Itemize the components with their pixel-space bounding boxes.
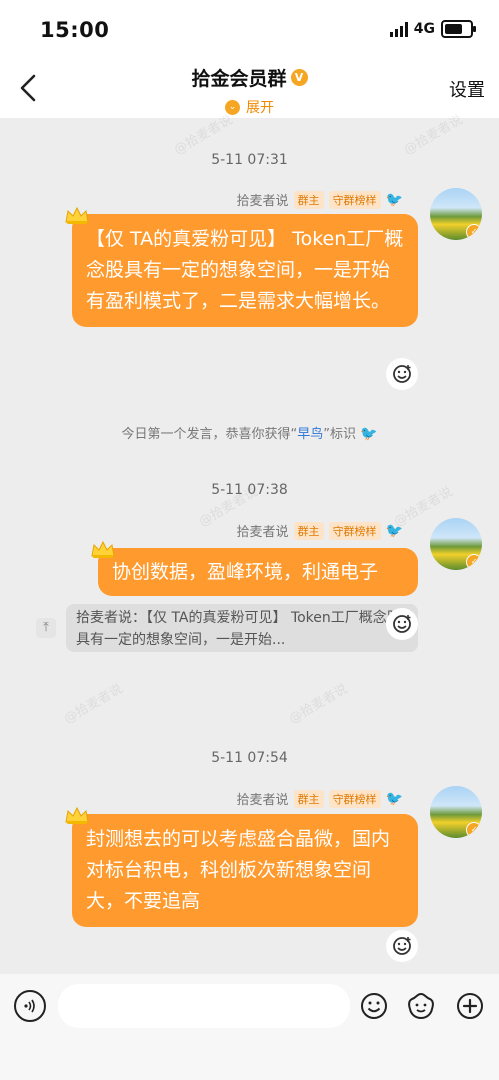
battery-icon xyxy=(441,20,476,38)
sticker-icon xyxy=(408,992,434,1020)
avatar[interactable]: ✓ xyxy=(430,188,482,240)
role-tag: 群主 xyxy=(293,521,324,540)
settings-button[interactable]: 设置 xyxy=(449,76,485,102)
sender-meta: 拾麦者说 群主 守群榜样 🐦 xyxy=(237,789,403,808)
sender-name: 拾麦者说 xyxy=(236,525,289,540)
system-notice: 今日第一个发言，恭喜你获得“早鸟”标识 🐦 xyxy=(0,423,499,442)
verified-icon: ✓ xyxy=(466,822,482,838)
nav-bar: 拾金会员群 V ⌄ 展开 设置 xyxy=(0,60,499,118)
avatar[interactable]: ✓ xyxy=(430,518,482,570)
system-notice-text: ”标识 xyxy=(323,427,356,442)
scroll-to-top-icon[interactable]: ⤒ xyxy=(36,618,56,638)
message-timestamp: 5-11 07:31 xyxy=(211,152,288,168)
message-input[interactable] xyxy=(58,984,350,1028)
avatar[interactable]: ✓ xyxy=(430,786,482,838)
reaction-icon[interactable] xyxy=(386,608,418,640)
message-bubble[interactable]: 封测想去的可以考虑盛合晶微，国内对标台积电，科创板次新想象空间大，不要追高 xyxy=(72,814,418,927)
expand-button[interactable]: ⌄ 展开 xyxy=(225,97,274,117)
honor-tag: 守群榜样 xyxy=(328,190,381,209)
system-notice-text: 今日第一个发言，恭喜你获得“ xyxy=(121,427,298,442)
plus-icon xyxy=(457,993,483,1019)
reaction-icon[interactable] xyxy=(386,930,418,962)
message-bubble[interactable]: 协创数据，盈峰环境，利通电子 xyxy=(98,548,418,596)
watermark: @拾麦者说 xyxy=(61,681,126,727)
emoji-icon xyxy=(361,993,387,1019)
crown-icon xyxy=(65,206,89,224)
early-bird-icon: 🐦 xyxy=(385,790,403,807)
quoted-message[interactable]: 拾麦者说：【仅 TA的真爱粉可见】 Token工厂概念股具有一定的想象空间，一是… xyxy=(66,604,418,652)
group-title: 拾金会员群 V xyxy=(191,64,308,91)
sender-name: 拾麦者说 xyxy=(236,194,289,209)
sender-meta: 拾麦者说 群主 守群榜样 🐦 xyxy=(237,521,403,540)
message-timestamp: 5-11 07:54 xyxy=(211,750,288,766)
role-tag: 群主 xyxy=(293,190,324,209)
crown-icon xyxy=(91,540,115,558)
network-label: 4G xyxy=(413,21,435,37)
expand-label: 展开 xyxy=(246,100,274,116)
voice-icon xyxy=(24,999,35,1013)
honor-tag: 守群榜样 xyxy=(328,521,381,540)
role-tag: 群主 xyxy=(293,789,324,808)
message-timestamp: 5-11 07:38 xyxy=(211,482,288,498)
message-bubble[interactable]: 【仅 TA的真爱粉可见】 Token工厂概念股具有一定的想象空间，一是开始有盈利… xyxy=(72,214,418,327)
honor-tag: 守群榜样 xyxy=(328,789,381,808)
voice-button[interactable] xyxy=(14,990,46,1022)
status-bar: 15:00 4G xyxy=(0,0,499,60)
early-bird-icon: 🐦 xyxy=(385,522,403,539)
add-button[interactable] xyxy=(454,990,486,1022)
verified-icon: ✓ xyxy=(466,224,482,240)
watermark: @拾麦者说 xyxy=(286,681,351,727)
bird-icon: 🐦 xyxy=(360,426,378,442)
early-bird-label: 早鸟 xyxy=(297,427,324,442)
title-area: 拾金会员群 V ⌄ 展开 xyxy=(0,64,499,117)
sender-meta: 拾麦者说 群主 守群榜样 🐦 xyxy=(237,190,403,209)
signal-icon xyxy=(389,21,408,37)
emoji-button[interactable] xyxy=(358,990,390,1022)
group-name: 拾金会员群 xyxy=(191,68,287,90)
reaction-icon[interactable] xyxy=(386,358,418,390)
chat-area[interactable]: @拾麦者说 @拾麦者说 @拾麦者说 @拾麦者说 @拾麦者说 @拾麦者说 5-11… xyxy=(0,112,499,974)
sticker-button[interactable] xyxy=(405,990,437,1022)
verified-icon: ✓ xyxy=(466,554,482,570)
verified-badge-icon: V xyxy=(290,69,308,86)
sender-name: 拾麦者说 xyxy=(236,793,289,808)
input-bar xyxy=(0,974,499,1080)
crown-icon xyxy=(65,806,89,824)
status-time: 15:00 xyxy=(40,18,110,42)
status-icons: 4G xyxy=(389,20,476,38)
early-bird-icon: 🐦 xyxy=(385,191,403,208)
